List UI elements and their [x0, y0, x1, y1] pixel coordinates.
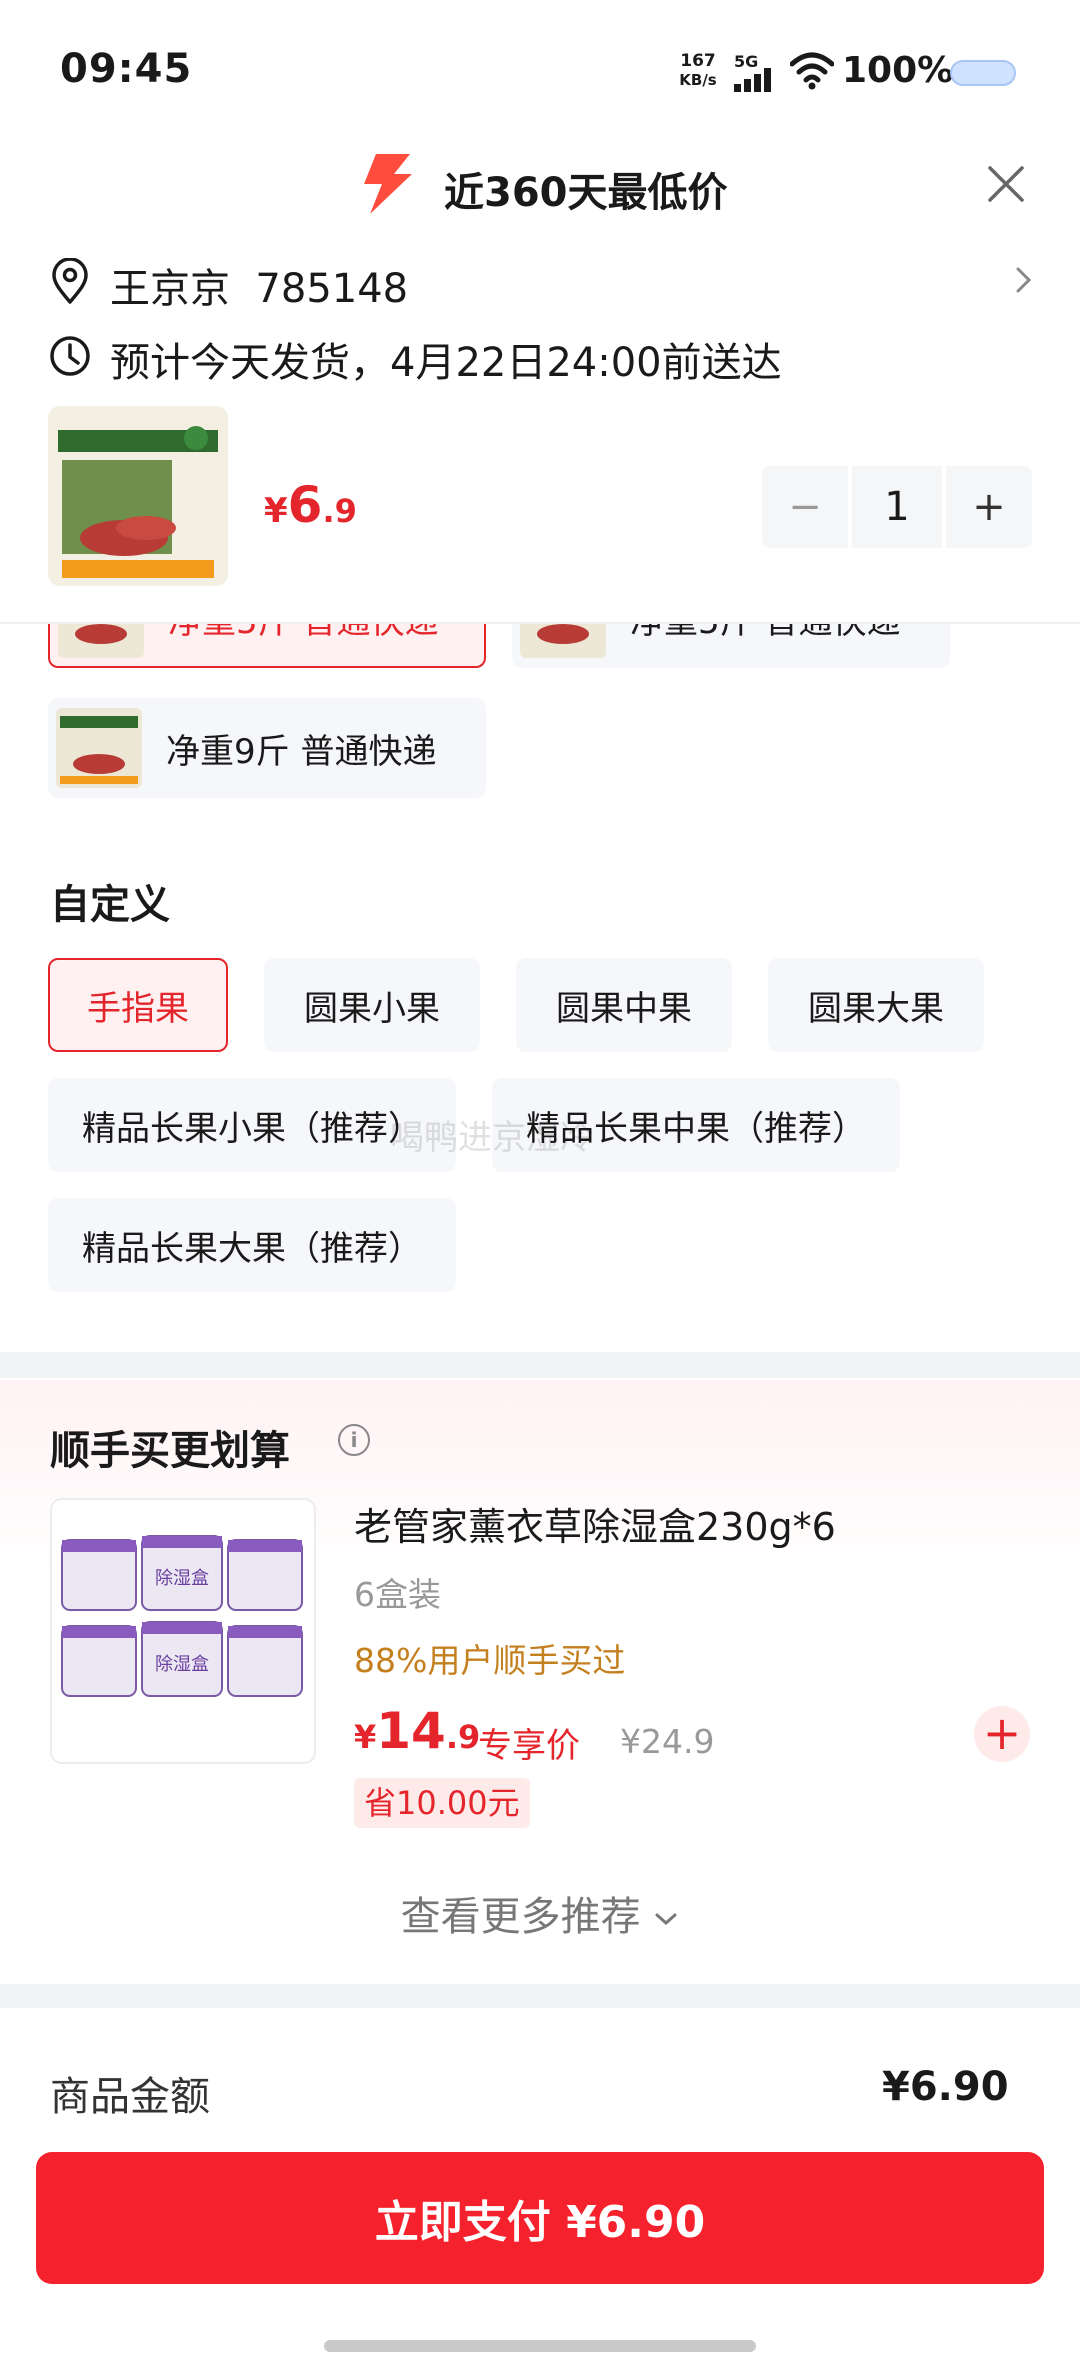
- close-icon[interactable]: [986, 164, 1026, 204]
- lightning-icon: [364, 154, 412, 214]
- info-icon[interactable]: i: [338, 1424, 370, 1456]
- see-more-recommendations[interactable]: 查看更多推荐: [0, 1884, 1080, 1942]
- home-indicator[interactable]: [324, 2340, 756, 2352]
- custom-option-round-large[interactable]: 圆果大果: [768, 958, 984, 1052]
- custom-option-premium-long-large[interactable]: 精品长果大果（推荐）: [48, 1198, 456, 1292]
- goods-amount-value: ¥6.90: [882, 2064, 1009, 2110]
- bundle-image-label-2: 除湿盒: [155, 1654, 209, 1675]
- quantity-stepper: − 1 +: [762, 466, 1032, 548]
- option-thumbnail: [56, 708, 142, 788]
- lowest-price-title: 近360天最低价: [444, 170, 728, 216]
- network-speed-unit: KB/s: [679, 71, 717, 89]
- option-thumbnail: [520, 624, 606, 658]
- network-speed-value: 167: [680, 51, 716, 71]
- goods-amount-label: 商品金额: [50, 2074, 210, 2120]
- battery-icon: [950, 60, 1016, 86]
- spec-option-9jin[interactable]: 净重9斤 普通快递: [48, 698, 486, 798]
- section-separator: [0, 1984, 1080, 2008]
- price-integer: 6: [287, 476, 323, 534]
- bundle-product-name[interactable]: 老管家薰衣草除湿盒230g*6: [354, 1496, 836, 1551]
- product-thumbnail: [48, 406, 228, 586]
- spec-options-clipped-row: 净重5斤 普通快递 净重5斤 普通快递: [0, 624, 1080, 680]
- network-speed: 167 KB/s: [672, 52, 724, 90]
- delivery-estimate: 预计今天发货，4月22日24:00前送达: [110, 340, 782, 386]
- price-decimal: .9: [322, 492, 357, 530]
- bundle-image-label: 除湿盒: [155, 1568, 209, 1589]
- status-bar: 09:45 167 KB/s 5G 100%: [0, 0, 1080, 140]
- product-price: ¥6.9: [264, 476, 357, 534]
- wifi-icon: [790, 52, 834, 90]
- spec-option-5jin[interactable]: 净重5斤 普通快递: [512, 624, 950, 668]
- see-more-label: 查看更多推荐: [400, 1894, 641, 1940]
- bundle-purchase-stat: 88%用户顺手买过: [354, 1641, 626, 1680]
- savings-badge: 省10.00元: [354, 1778, 530, 1828]
- spec-option-5jin-selected[interactable]: 净重5斤 普通快递: [48, 624, 486, 668]
- price-currency: ¥: [354, 1718, 377, 1756]
- address-name: 王京京 785148: [110, 266, 409, 312]
- location-pin-icon: [52, 258, 88, 304]
- pay-now-button[interactable]: 立即支付 ¥6.90: [36, 2152, 1044, 2284]
- bundle-section-title: 顺手买更划算: [50, 1428, 290, 1474]
- exclusive-price-tag: 专享价: [478, 1726, 580, 1766]
- spec-option-label: 净重9斤 普通快递: [166, 731, 437, 772]
- status-time: 09:45: [60, 46, 193, 92]
- spec-option-label: 净重5斤 普通快递: [630, 624, 900, 643]
- custom-option-round-medium[interactable]: 圆果中果: [516, 958, 732, 1052]
- increase-button[interactable]: +: [946, 466, 1032, 548]
- price-decimal: .9: [445, 1718, 481, 1756]
- price-currency: ¥: [264, 491, 288, 531]
- battery-percent: 100%: [842, 50, 954, 91]
- custom-option-premium-long-small[interactable]: 精品长果小果（推荐）: [48, 1078, 456, 1172]
- chevron-right-icon[interactable]: [1014, 266, 1034, 294]
- original-price: ¥24.9: [620, 1722, 715, 1761]
- bundle-price: ¥14.9: [354, 1702, 480, 1760]
- section-separator: [0, 1352, 1080, 1378]
- clock-icon: [50, 336, 90, 376]
- custom-section-title: 自定义: [50, 882, 170, 928]
- spec-option-label: 净重5斤 普通快递: [168, 624, 438, 643]
- price-integer: 14: [376, 1702, 446, 1760]
- add-bundle-button[interactable]: +: [974, 1706, 1030, 1762]
- decrease-button[interactable]: −: [762, 466, 848, 548]
- quantity-value[interactable]: 1: [852, 466, 942, 548]
- bundle-product-spec: 6盒装: [354, 1575, 441, 1614]
- custom-option-round-small[interactable]: 圆果小果: [264, 958, 480, 1052]
- chevron-down-icon: [655, 1913, 677, 1926]
- custom-option-finger[interactable]: 手指果: [48, 958, 228, 1052]
- signal-icon: [734, 68, 771, 92]
- bundle-product-image[interactable]: 除湿盒 除湿盒: [50, 1498, 316, 1764]
- custom-option-premium-long-medium[interactable]: 精品长果中果（推荐）: [492, 1078, 900, 1172]
- option-thumbnail: [58, 624, 144, 658]
